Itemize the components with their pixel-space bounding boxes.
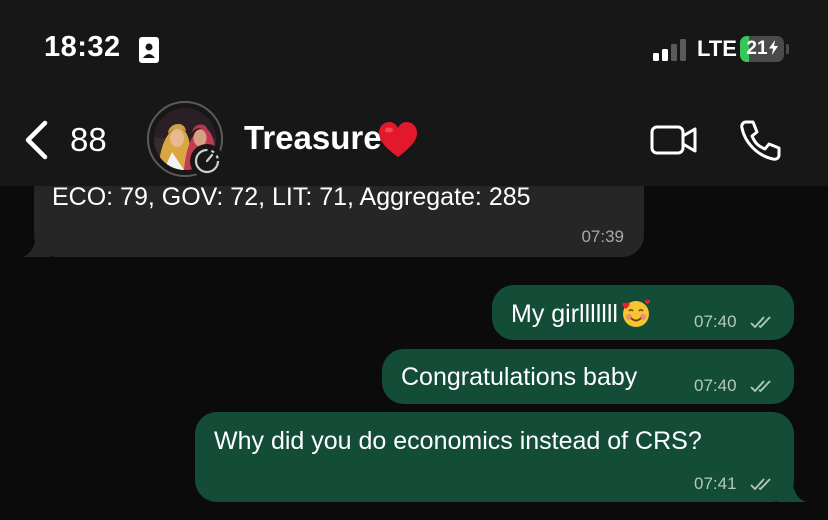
status-time: 18:32 xyxy=(44,31,121,63)
network-type: LTE xyxy=(697,36,737,61)
message-time: 07:40 xyxy=(694,312,737,331)
message-text-content: My girlllllll xyxy=(511,300,618,328)
battery-percent: 21 xyxy=(746,38,768,59)
message-time: 07:39 xyxy=(581,227,624,246)
contact-name[interactable]: Treasure xyxy=(244,119,382,157)
battery-indicator: 21 xyxy=(740,36,790,62)
back-chevron-icon xyxy=(25,120,48,160)
message-text: Why did you do economics instead of CRS? xyxy=(214,427,702,455)
signal-icon xyxy=(653,39,686,61)
battery-tip xyxy=(786,44,789,54)
disappearing-timer-icon xyxy=(194,148,220,174)
double-check-icon xyxy=(750,380,771,393)
unread-count: 88 xyxy=(70,121,107,158)
back-button[interactable]: 88 xyxy=(22,116,122,164)
message-text: My girlllllll xyxy=(511,298,652,329)
message-bubble-outgoing[interactable]: Congratulations baby 07:40 xyxy=(382,349,794,404)
message-text: ECO: 79, GOV: 72, LIT: 71, Aggregate: 28… xyxy=(52,183,531,211)
message-bubble-outgoing[interactable]: My girlllllll 07:40 xyxy=(492,285,794,340)
message-time: 07:40 xyxy=(694,376,737,395)
battery-body: 21 xyxy=(740,36,784,62)
video-call-icon[interactable] xyxy=(650,122,698,158)
double-check-icon xyxy=(750,316,771,329)
double-check-icon xyxy=(750,478,771,491)
message-text: Congratulations baby xyxy=(401,363,638,391)
heart-icon xyxy=(379,122,417,157)
charging-bolt-icon xyxy=(768,40,778,55)
timer-badge xyxy=(190,144,224,178)
message-time: 07:41 xyxy=(694,474,737,493)
chat-header: 18:32 LTE 21 88 Treasure xyxy=(0,0,828,186)
bubble-tail xyxy=(22,236,50,257)
chat-screen: ECO: 79, GOV: 72, LIT: 71, Aggregate: 28… xyxy=(0,0,828,520)
smiling-face-with-hearts-icon xyxy=(622,299,651,327)
battery-level: 21 xyxy=(740,36,784,62)
id-card-icon xyxy=(139,37,159,63)
voice-call-icon[interactable] xyxy=(738,118,782,162)
bubble-tail xyxy=(778,480,806,502)
message-bubble-outgoing[interactable]: Why did you do economics instead of CRS?… xyxy=(195,412,794,502)
